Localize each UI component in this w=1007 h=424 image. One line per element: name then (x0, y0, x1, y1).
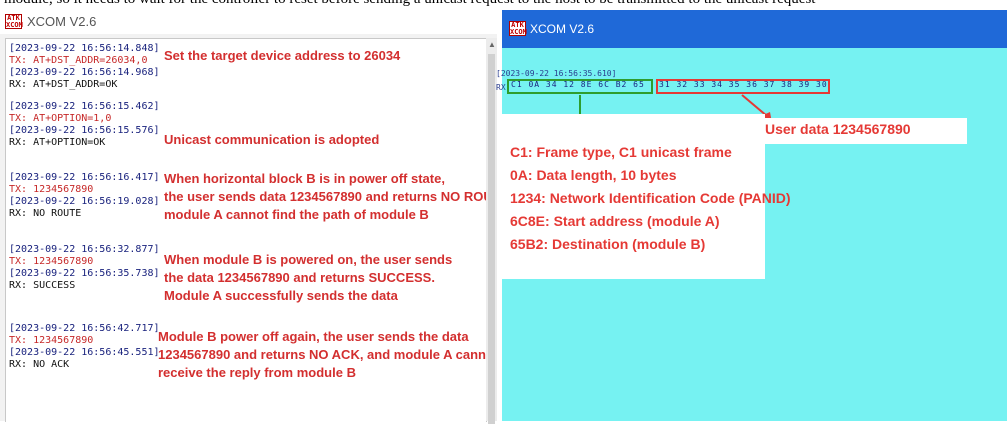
right-xcom-window: ATK XCOM XCOM V2.6 [2023-09-22 16:56:35.6… (496, 10, 1007, 421)
annotation-note: Module A successfully sends the data (164, 288, 398, 303)
log-line: TX: AT+DST_ADDR=26034,0 (9, 55, 148, 66)
annotation-note: 1234567890 and returns NO ACK, and modul… (158, 347, 487, 362)
receive-terminal[interactable]: [2023-09-22 16:56:14.848] TX: AT+DST_ADD… (5, 38, 487, 422)
log-line: [2023-09-22 16:56:14.848] (9, 43, 160, 54)
log-line: [2023-09-22 16:56:15.576] (9, 125, 160, 136)
annotation-note: Unicast communication is adopted (164, 132, 380, 147)
log-line: RX: NO ACK (9, 359, 70, 370)
log-line: TX: 1234567890 (9, 335, 94, 346)
log-line: TX: AT+OPTION=1,0 (9, 113, 112, 124)
vertical-scrollbar[interactable]: ▲ (486, 38, 497, 424)
annotation-note: receive the reply from module B (158, 365, 356, 380)
annotation-note: When module B is powered on, the user se… (164, 252, 453, 267)
frame-field-line: 6C8E: Start address (module A) (510, 213, 720, 229)
left-window-title: XCOM V2.6 (27, 14, 97, 29)
log-line: [2023-09-22 16:56:32.877] (9, 244, 160, 255)
log-line: [2023-09-22 16:56:42.717] (9, 323, 160, 334)
log-line: TX: 1234567890 (9, 184, 94, 195)
annotation-note: module A cannot find the path of module … (164, 207, 429, 222)
annotation-note: the user sends data 1234567890 and retur… (164, 189, 487, 204)
top-caption: module, so it needs to wait for the cont… (4, 0, 815, 8)
left-title-bar: ATK XCOM XCOM V2.6 (0, 10, 497, 34)
user-data-callout: User data 1234567890 (757, 118, 967, 144)
log-line: TX: 1234567890 (9, 256, 94, 267)
frame-field-line: 65B2: Destination (module B) (510, 236, 706, 252)
log-line: RX: AT+OPTION=OK (9, 137, 106, 148)
frame-field-line: 0A: Data length, 10 bytes (510, 167, 677, 183)
annotation-note: the data 1234567890 and returns SUCCESS. (164, 270, 435, 285)
log-line: RX: SUCCESS (9, 280, 76, 291)
left-xcom-window: ATK XCOM XCOM V2.6 [2023-09-22 16:56:14.8… (0, 10, 497, 424)
annotation-note: When horizontal block B is in power off … (164, 171, 445, 186)
annotation-note: Module B power off again, the user sends… (158, 329, 469, 344)
annotation-note: Set the target device address to 26034 (164, 48, 401, 63)
frame-field-line: C1: Frame type, C1 unicast frame (510, 144, 732, 160)
log-line: [2023-09-22 16:56:16.417] (9, 172, 160, 183)
log-line: [2023-09-22 16:56:35.738] (9, 268, 160, 279)
log-line: RX: NO ROUTE (9, 208, 82, 219)
log-line: [2023-09-22 16:56:45.551] (9, 347, 160, 358)
scroll-up-arrow-icon[interactable]: ▲ (488, 40, 496, 49)
log-line: RX: AT+DST_ADDR=OK (9, 79, 118, 90)
frame-field-legend: C1: Frame type, C1 unicast frame 0A: Dat… (502, 114, 791, 279)
frame-field-line: 1234: Network Identification Code (PANID… (510, 190, 791, 206)
log-line: [2023-09-22 16:56:15.462] (9, 101, 160, 112)
top-caption-strip: module, so it needs to wait for the cont… (0, 0, 1007, 8)
scrollbar-thumb[interactable] (488, 54, 495, 424)
log-line: [2023-09-22 16:56:14.968] (9, 67, 160, 78)
log-line: [2023-09-22 16:56:19.028] (9, 196, 160, 207)
xcom-app-icon: ATK XCOM (5, 14, 23, 29)
